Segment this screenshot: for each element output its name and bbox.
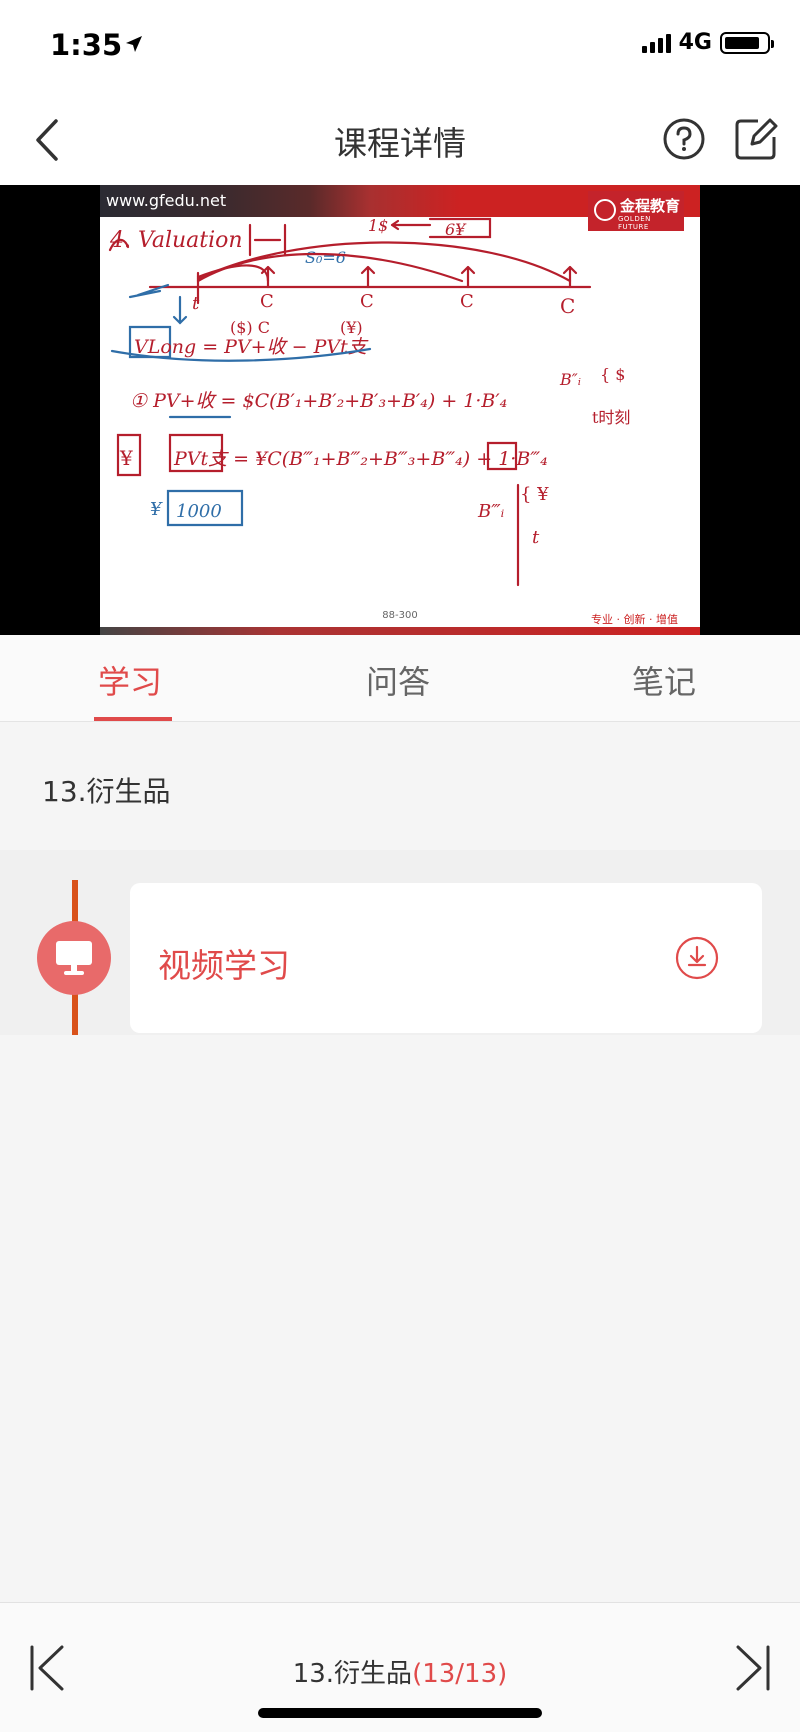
- svg-text:B″ᵢ: B″ᵢ: [559, 370, 581, 389]
- svg-text:B‴ᵢ: B‴ᵢ: [477, 501, 505, 522]
- tab-study[interactable]: 学习: [98, 657, 162, 703]
- slide-footer-bar: [100, 627, 700, 635]
- status-indicators: 4G: [641, 30, 774, 55]
- signal-icon: [641, 33, 671, 53]
- skip-next-icon: [736, 1645, 770, 1691]
- svg-text:($) C: ($) C: [230, 318, 270, 337]
- video-lesson-icon: [37, 921, 111, 995]
- svg-text:t时刻: t时刻: [592, 408, 630, 427]
- slide-tagline: 专业 · 创新 · 增值: [591, 613, 678, 626]
- svg-text:C: C: [360, 291, 374, 312]
- battery-icon: [720, 31, 774, 54]
- svg-text:S₀=6: S₀=6: [305, 248, 346, 267]
- handwritten-notes-image: 4. Valuation 1$ 6¥ S₀=6 C C C C t ($) C …: [108, 216, 630, 587]
- svg-text:1000: 1000: [176, 501, 222, 522]
- svg-text:4. Valuation: 4. Valuation: [109, 228, 243, 253]
- network-type: 4G: [678, 30, 712, 55]
- svg-text:¥: ¥: [119, 446, 133, 470]
- svg-text:t: t: [532, 527, 540, 548]
- svg-text:{ ¥: { ¥: [520, 484, 549, 505]
- section-title: 13.衍生品: [42, 775, 171, 808]
- chapter-count: (13/13): [412, 1659, 508, 1689]
- status-bar: 1:35 4G: [0, 0, 800, 95]
- monitor-icon: [56, 941, 92, 975]
- lesson-item-video[interactable]: 视频学习: [130, 883, 762, 1033]
- edit-note-button[interactable]: [732, 115, 780, 163]
- video-player[interactable]: www.gfedu.net 金程教育 GOLDEN FUTURE 4. Valu…: [0, 185, 800, 635]
- svg-text:PVt支 = ¥C(B‴₁+B‴₂+B‴₃+B‴₄) + 1: PVt支 = ¥C(B‴₁+B‴₂+B‴₃+B‴₄) + 1·B‴₄: [173, 448, 548, 470]
- home-indicator: [258, 1708, 542, 1718]
- svg-text:1$: 1$: [368, 216, 388, 235]
- svg-text:6¥: 6¥: [445, 220, 467, 239]
- download-button[interactable]: [675, 936, 719, 980]
- svg-text:(¥): (¥): [340, 318, 363, 337]
- status-time: 1:35: [50, 28, 123, 62]
- svg-text:t: t: [192, 293, 200, 314]
- help-button[interactable]: [660, 115, 708, 163]
- tab-bar: 学习 问答 笔记: [0, 635, 800, 722]
- nav-bar: 课程详情: [0, 95, 800, 185]
- svg-text:C: C: [260, 291, 274, 312]
- tab-qa[interactable]: 问答: [366, 657, 430, 703]
- question-icon: [663, 118, 705, 160]
- download-icon: [675, 936, 719, 980]
- edit-icon: [735, 118, 778, 160]
- chapter-name: 13.衍生品: [292, 1659, 413, 1689]
- tab-notes[interactable]: 笔记: [632, 657, 696, 703]
- active-tab-indicator: [94, 717, 172, 721]
- video-slide: www.gfedu.net 金程教育 GOLDEN FUTURE 4. Valu…: [100, 185, 700, 635]
- location-arrow-icon: [124, 34, 144, 58]
- svg-text:{ $: { $: [600, 365, 625, 384]
- next-chapter-button[interactable]: [732, 1643, 772, 1693]
- svg-text:① PV+收 = $C(B′₁+B′₂+B′₃+B′₄) +: ① PV+收 = $C(B′₁+B′₂+B′₃+B′₄) + 1·B′₄: [130, 390, 507, 412]
- lesson-label: 视频学习: [158, 946, 290, 985]
- chapter-indicator: 13.衍生品(13/13): [0, 1653, 800, 1690]
- svg-text:¥: ¥: [150, 499, 163, 520]
- svg-text:C: C: [460, 291, 474, 312]
- svg-text:C: C: [560, 294, 575, 318]
